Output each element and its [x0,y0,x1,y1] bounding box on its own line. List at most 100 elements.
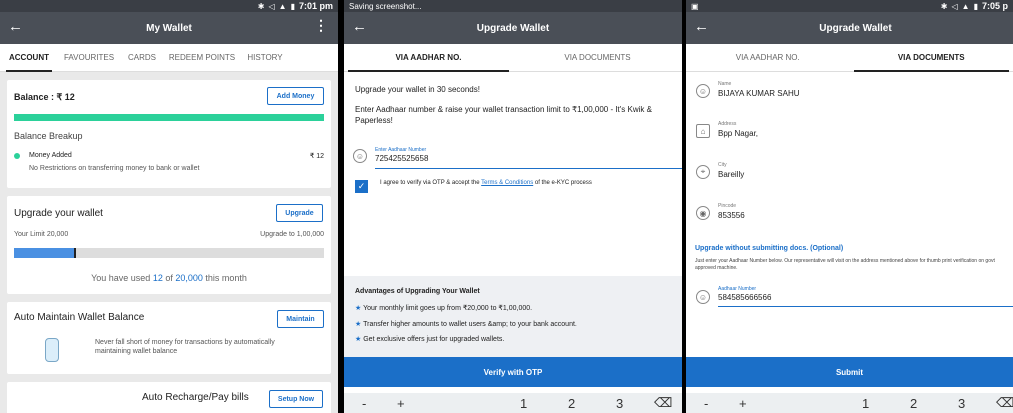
aadhaar-person-icon: ☺ [353,149,367,163]
auto-maintain-card: Auto Maintain Wallet Balance Maintain Ne… [7,302,331,374]
back-arrow-icon[interactable]: ← [352,18,367,36]
add-money-button[interactable]: Add Money [267,87,324,105]
location-icon: ⌖ [696,165,710,179]
more-options-icon[interactable]: ⋮ [314,17,328,34]
aadhaar-input[interactable]: 725425525658 [375,154,682,169]
advantage-text: Transfer higher amounts to wallet users … [363,321,577,328]
tab-favourites[interactable]: FAVOURITES [56,44,122,72]
money-added-value: ₹ 12 [309,153,324,160]
address-label: Address [718,121,737,127]
consent-suffix: of the e-KYC process [533,180,592,186]
key-minus[interactable]: - [362,396,366,411]
key-plus[interactable]: + [739,396,747,411]
key-plus[interactable]: + [397,396,405,411]
backspace-icon[interactable]: ⌫ [996,395,1013,411]
setup-now-button[interactable]: Setup Now [269,390,323,408]
usage-of: of [162,273,176,283]
consent-checkbox[interactable]: ✓ [355,180,368,193]
tab-redeem-points[interactable]: REDEEM POINTS [162,44,242,72]
aadhaar-input[interactable]: 584585666566 [718,293,1013,307]
terms-link[interactable]: Terms & Conditions [481,180,533,186]
key-1[interactable]: 1 [520,396,527,411]
aadhaar-person-icon: ☺ [696,290,710,304]
status-bar: Saving screenshot... [344,0,682,12]
tab-via-documents[interactable]: VIA DOCUMENTS [513,44,682,72]
key-2[interactable]: 2 [910,396,917,411]
usage-text: You have used 12 of 20,000 this month [7,273,331,283]
submit-button[interactable]: Submit [686,357,1013,387]
tab-history[interactable]: HISTORY [242,44,288,72]
advantage-item: ★ Get exclusive offers just for upgraded… [355,335,504,343]
money-added-dot [14,153,20,159]
bottle-icon [45,338,59,362]
advantage-item: ★ Your monthly limit goes up from ₹20,00… [355,304,532,312]
my-wallet-screen: ✱ ◁ ▲ ▮ 7:01 pm ← My Wallet ⋮ ACCOUNT FAVOUR… [0,0,338,413]
upgrade-title: Upgrade your wallet [14,208,103,219]
usage-track [14,248,324,258]
tab-via-aadhar[interactable]: VIA AADHAR NO. [686,44,850,72]
numeric-keyboard: - + 1 2 3 ⌫ [686,393,1013,413]
usage-fill [14,248,76,258]
upgrade-optional-desc: Just enter your Aadhaar Number below. Ou… [695,258,995,271]
advantages-section: Advantages of Upgrading Your Wallet ★ Yo… [344,276,682,357]
app-bar: ← Upgrade Wallet [344,12,682,44]
pincode-field[interactable]: ◉ Pincode 853556 [686,200,1013,230]
backspace-icon[interactable]: ⌫ [654,395,672,411]
auto-recharge-title: Auto Recharge/Pay bills [142,392,249,403]
upgrade-wallet-documents-screen: ▣ ✱ ◁ ▲ ▮ 7:05 p ← Upgrade Wallet VIA AADHAR… [686,0,1013,413]
tab-cards[interactable]: CARDS [122,44,162,72]
name-label: Name [718,81,732,87]
back-arrow-icon[interactable]: ← [8,18,23,36]
pincode-label: Pincode [718,203,737,209]
upgrade-to-label: Upgrade to 1,00,000 [260,231,324,238]
status-bar: ✱ ◁ ▲ ▮ 7:01 pm [0,0,338,12]
upgrade-optional-title: Upgrade without submitting docs. (Option… [695,245,844,252]
name-field[interactable]: ☺ Name BIJAYA KUMAR SAHU [686,78,1013,108]
usage-amount: 12 [152,273,163,283]
money-added-label: Money Added [29,152,72,159]
page-title: Upgrade Wallet [476,22,550,34]
status-bar: ▣ ✱ ◁ ▲ ▮ 7:05 p [686,0,1013,12]
tab-redeem-points-label: REDEEM POINTS [168,53,236,62]
advantage-text: Your monthly limit goes up from ₹20,000 … [363,305,533,312]
key-minus[interactable]: - [704,396,708,411]
usage-suffix: this month [202,273,247,283]
intro-text: Enter Aadhaar number & raise your wallet… [355,105,652,125]
tab-via-aadhar[interactable]: VIA AADHAR NO. [344,44,513,72]
app-bar: ← My Wallet ⋮ [0,12,338,44]
upgrade-tabs: VIA AADHAR NO. VIA DOCUMENTS [686,44,1013,72]
aadhaar-field-label: Enter Aadhaar Number [375,147,427,153]
balance-breakup-title: Balance Breakup [14,131,83,141]
advantage-text: Get exclusive offers just for upgraded w… [363,336,505,343]
auto-maintain-desc: Never fall short of money for transactio… [95,339,275,355]
wallet-tabs: ACCOUNT FAVOURITES CARDS REDEEM POINTS H… [0,44,338,72]
tab-via-aadhar-label: VIA AADHAR NO. [735,53,800,62]
key-1[interactable]: 1 [862,396,869,411]
status-time: 7:05 p [981,1,1008,11]
limit-label: Your Limit 20,000 [14,231,69,238]
address-field[interactable]: ⌂ Address Bpp Nagar, [686,118,1013,148]
signal-icon: ▲ [961,1,970,11]
balance-label: Balance : ₹ 12 [14,92,75,102]
mute-icon: ◁ [951,1,958,11]
tab-favourites-label: FAVOURITES [63,53,115,62]
key-3[interactable]: 3 [616,396,623,411]
pincode-value: 853556 [718,211,745,220]
tab-account-label: ACCOUNT [9,53,49,62]
intro-heading: Upgrade your wallet in 30 seconds! [355,85,480,94]
status-time: 7:01 pm [298,1,333,11]
page-title: My Wallet [146,22,192,34]
upgrade-button[interactable]: Upgrade [276,204,323,222]
city-field[interactable]: ⌖ City Bareilly [686,159,1013,189]
key-2[interactable]: 2 [568,396,575,411]
tab-account[interactable]: ACCOUNT [2,44,56,72]
numeric-keyboard: - + 1 2 3 ⌫ [344,393,682,413]
verify-otp-button[interactable]: Verify with OTP [344,357,682,387]
city-value: Bareilly [718,170,745,179]
balance-bar [14,114,324,121]
tab-via-documents[interactable]: VIA DOCUMENTS [850,44,1013,72]
maintain-button[interactable]: Maintain [277,310,324,328]
back-arrow-icon[interactable]: ← [694,18,709,36]
bluetooth-icon: ✱ [257,1,265,11]
key-3[interactable]: 3 [958,396,965,411]
